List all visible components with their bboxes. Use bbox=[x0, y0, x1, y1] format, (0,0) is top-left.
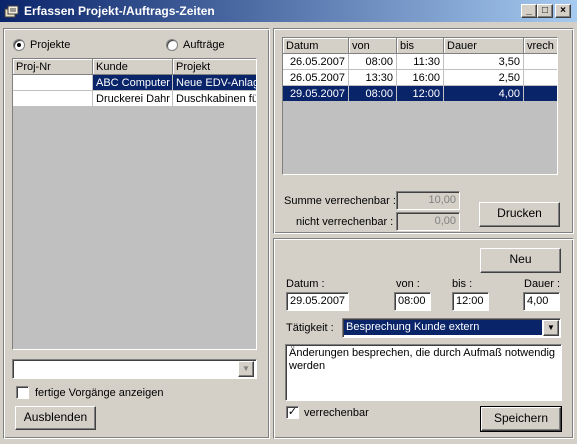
col-header-dauer[interactable]: Dauer bbox=[444, 38, 524, 54]
project-cell-kunde[interactable]: ABC Computer I bbox=[93, 75, 173, 91]
col-header-datum[interactable]: Datum bbox=[283, 38, 349, 54]
taetigkeit-select[interactable]: Besprechung Kunde extern bbox=[342, 318, 561, 338]
col-header-bis[interactable]: bis bbox=[397, 38, 444, 54]
minimize-button[interactable]: _ bbox=[521, 4, 537, 18]
time-cell-von[interactable]: 13:30 bbox=[349, 70, 397, 86]
time-cell-vrech[interactable] bbox=[524, 70, 557, 86]
col-header-projnr[interactable]: Proj-Nr bbox=[13, 59, 93, 75]
chevron-down-icon: ▼ bbox=[547, 323, 555, 332]
speichern-button[interactable]: Speichern bbox=[480, 406, 562, 432]
radio-projekte[interactable] bbox=[13, 39, 25, 51]
taetigkeit-label: Tätigkeit : bbox=[286, 322, 334, 334]
window-title: Erfassen Projekt-/Auftrags-Zeiten bbox=[24, 4, 215, 18]
project-cell-projnr[interactable] bbox=[13, 91, 93, 107]
drucken-button[interactable]: Drucken bbox=[479, 202, 560, 227]
project-cell-projekt[interactable]: Duschkabinen fü bbox=[173, 91, 256, 107]
project-cell-kunde[interactable]: Druckerei Dahr bbox=[93, 91, 173, 107]
von-label: von : bbox=[396, 278, 420, 290]
col-header-von[interactable]: von bbox=[349, 38, 397, 54]
filter-combobox[interactable] bbox=[12, 359, 257, 379]
time-cell-datum[interactable]: 26.05.2007 bbox=[283, 54, 349, 70]
time-cell-datum[interactable]: 29.05.2007 bbox=[283, 86, 349, 102]
maximize-button[interactable]: □ bbox=[537, 4, 553, 18]
dauer-label: Dauer : bbox=[524, 278, 561, 290]
time-cell-vrech[interactable] bbox=[524, 54, 557, 70]
datum-label: Datum : bbox=[286, 278, 325, 290]
app-window: Erfassen Projekt-/Auftrags-Zeiten _ □ × … bbox=[0, 0, 577, 444]
dauer-input[interactable]: 4,00 bbox=[523, 292, 560, 311]
project-cell-projekt[interactable]: Neue EDV-Anlag bbox=[173, 75, 256, 91]
time-cell-von[interactable]: 08:00 bbox=[349, 86, 397, 102]
bis-label: bis : bbox=[452, 278, 473, 290]
time-cell-bis[interactable]: 16:00 bbox=[397, 70, 444, 86]
close-icon: × bbox=[560, 5, 566, 16]
neu-button[interactable]: Neu bbox=[480, 248, 561, 273]
close-button[interactable]: × bbox=[555, 4, 571, 18]
checkbox-fertige[interactable] bbox=[16, 386, 29, 399]
time-cell-vrech[interactable] bbox=[524, 86, 557, 102]
bis-input[interactable]: 12:00 bbox=[452, 292, 489, 311]
nicht-field: 0,00 bbox=[396, 212, 460, 231]
col-header-kunde[interactable]: Kunde bbox=[93, 59, 173, 75]
nicht-label: nicht verrechenbar : bbox=[296, 216, 394, 228]
taetigkeit-dropdown-button[interactable]: ▼ bbox=[543, 320, 559, 336]
time-cell-dauer[interactable]: 2,50 bbox=[444, 70, 524, 86]
radio-selected-dot bbox=[17, 43, 21, 47]
times-panel: Datum von bis Dauer vrech 26.05.2007 08:… bbox=[273, 28, 574, 234]
taetigkeit-value: Besprechung Kunde extern bbox=[344, 320, 542, 335]
time-cell-von[interactable]: 08:00 bbox=[349, 54, 397, 70]
time-cell-dauer[interactable]: 3,50 bbox=[444, 54, 524, 70]
maximize-icon: □ bbox=[541, 5, 549, 16]
col-header-vrech[interactable]: vrech bbox=[524, 38, 557, 54]
entry-panel: Neu Datum : von : bis : Dauer : 29.05.20… bbox=[273, 238, 574, 439]
chevron-down-icon: ▼ bbox=[242, 364, 250, 373]
datum-input[interactable]: 29.05.2007 bbox=[286, 292, 349, 311]
summe-field: 10,00 bbox=[396, 191, 460, 210]
time-cell-bis[interactable]: 12:00 bbox=[397, 86, 444, 102]
von-input[interactable]: 08:00 bbox=[394, 292, 431, 311]
checkbox-verrechenbar-label: verrechenbar bbox=[304, 407, 369, 419]
checkbox-verrechenbar[interactable]: ✓ bbox=[286, 406, 299, 419]
checkmark-icon: ✓ bbox=[287, 406, 298, 418]
radio-auftraege-label: Aufträge bbox=[183, 39, 225, 51]
time-cell-bis[interactable]: 11:30 bbox=[397, 54, 444, 70]
summe-label: Summe verrechenbar : bbox=[284, 195, 396, 207]
title-bar[interactable]: Erfassen Projekt-/Auftrags-Zeiten _ □ × bbox=[0, 0, 577, 22]
app-icon bbox=[4, 5, 19, 18]
project-cell-projnr[interactable] bbox=[13, 75, 93, 91]
time-cell-datum[interactable]: 26.05.2007 bbox=[283, 70, 349, 86]
times-grid[interactable]: Datum von bis Dauer vrech 26.05.2007 08:… bbox=[282, 37, 558, 175]
notes-textarea[interactable]: Änderungen besprechen, die durch Aufmaß … bbox=[285, 344, 562, 401]
radio-auftraege[interactable] bbox=[166, 39, 178, 51]
project-grid[interactable]: Proj-Nr Kunde Projekt ABC Computer I Neu… bbox=[12, 58, 257, 350]
minimize-icon: _ bbox=[526, 5, 532, 16]
col-header-projekt[interactable]: Projekt bbox=[173, 59, 256, 75]
project-panel: Projekte Aufträge Proj-Nr Kunde Projekt … bbox=[3, 28, 270, 439]
time-cell-dauer[interactable]: 4,00 bbox=[444, 86, 524, 102]
radio-projekte-label: Projekte bbox=[30, 39, 71, 51]
ausblenden-button[interactable]: Ausblenden bbox=[15, 406, 96, 430]
filter-dropdown-button[interactable]: ▼ bbox=[238, 361, 254, 377]
checkbox-fertige-label: fertige Vorgänge anzeigen bbox=[35, 387, 164, 399]
